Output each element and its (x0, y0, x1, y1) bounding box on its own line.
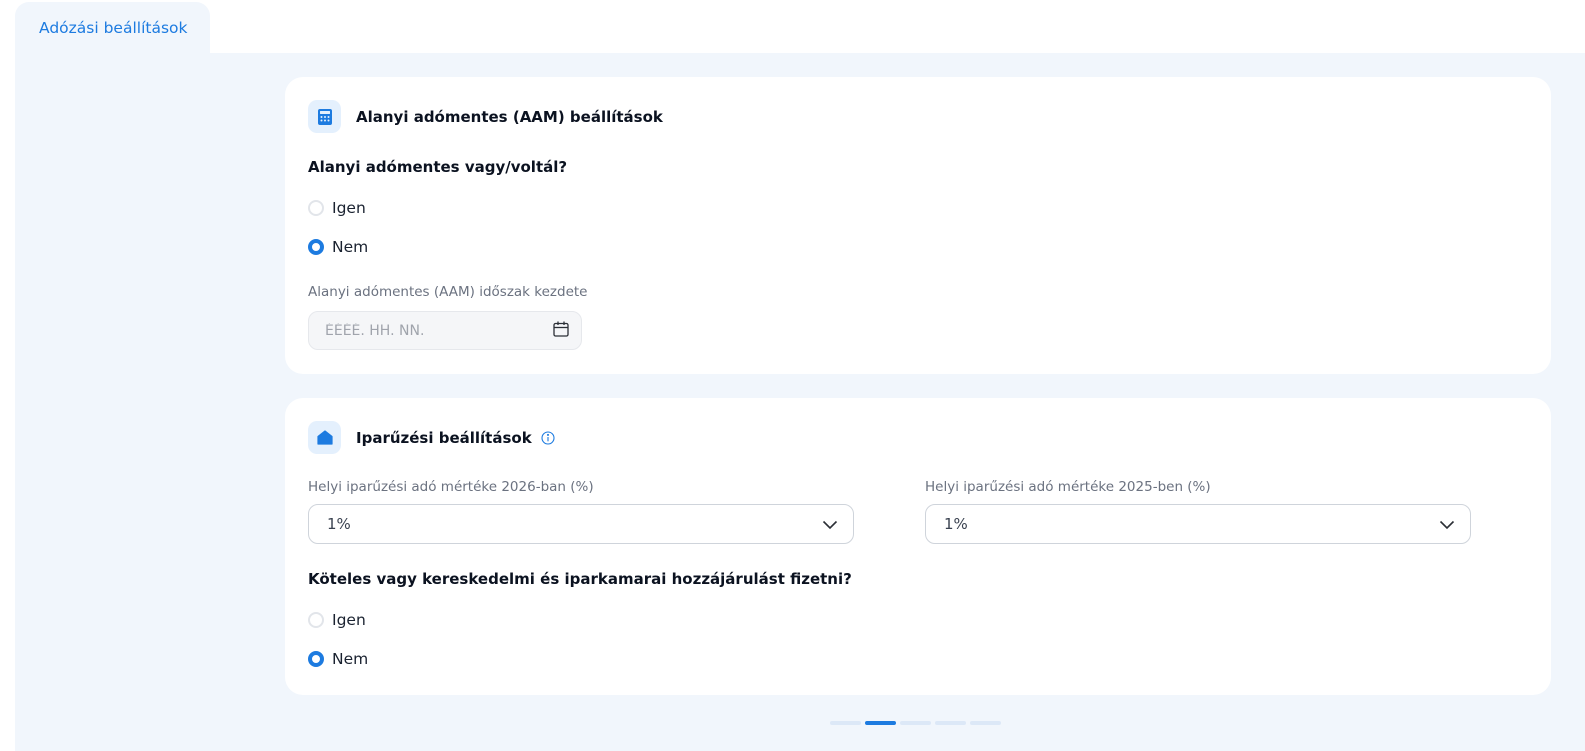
chevron-down-icon (1439, 515, 1455, 534)
radio-button-checked-icon (308, 651, 324, 667)
iparuzesi-card-header: Iparűzési beállítások (308, 421, 555, 454)
radio-label: Igen (332, 199, 366, 217)
aam-start-date-input[interactable] (325, 322, 525, 339)
pager-step-2[interactable] (865, 721, 896, 725)
iparuzesi-settings-card: Iparűzési beállítások Helyi iparűzési ad… (285, 398, 1551, 695)
step-pager (830, 721, 1001, 725)
pager-step-4[interactable] (935, 721, 966, 725)
tab-adozasi-beallitasok[interactable]: Adózási beállítások (15, 2, 210, 54)
aam-radio-igen[interactable]: Igen (308, 198, 366, 218)
pager-step-1[interactable] (830, 721, 861, 725)
rate-2026-select[interactable]: 1% (308, 504, 854, 544)
rate-2026-value: 1% (327, 515, 351, 533)
calendar-icon[interactable] (552, 320, 570, 342)
aam-card-header: Alanyi adómentes (AAM) beállítások (308, 100, 663, 133)
radio-label: Nem (332, 650, 369, 668)
calculator-icon (308, 100, 341, 133)
tab-bar: Adózási beállítások (0, 0, 1585, 54)
radio-button-icon (308, 612, 324, 628)
rate-2025-label: Helyi iparűzési adó mértéke 2025-ben (%) (925, 479, 1211, 495)
rate-2026-label: Helyi iparűzési adó mértéke 2026-ban (%) (308, 479, 594, 495)
pager-step-5[interactable] (970, 721, 1001, 725)
aam-settings-card: Alanyi adómentes (AAM) beállítások Alany… (285, 77, 1551, 374)
aam-date-label: Alanyi adómentes (AAM) időszak kezdete (308, 284, 588, 300)
chevron-down-icon (822, 515, 838, 534)
radio-label: Igen (332, 611, 366, 629)
radio-button-icon (308, 200, 324, 216)
chamber-radio-nem[interactable]: Nem (308, 649, 368, 669)
chamber-radio-igen[interactable]: Igen (308, 610, 366, 630)
aam-start-date-field[interactable] (308, 311, 582, 350)
radio-label: Nem (332, 238, 369, 256)
iparuzesi-card-title: Iparűzési beállítások (356, 428, 532, 447)
chamber-contribution-question: Köteles vagy kereskedelmi és iparkamarai… (308, 570, 852, 588)
rate-2025-value: 1% (944, 515, 968, 533)
rate-2025-select[interactable]: 1% (925, 504, 1471, 544)
house-icon (308, 421, 341, 454)
aam-card-title: Alanyi adómentes (AAM) beállítások (356, 107, 663, 126)
radio-button-checked-icon (308, 239, 324, 255)
info-icon[interactable] (541, 430, 555, 445)
aam-radio-nem[interactable]: Nem (308, 237, 368, 257)
pager-step-3[interactable] (900, 721, 931, 725)
aam-question: Alanyi adómentes vagy/voltál? (308, 158, 568, 176)
